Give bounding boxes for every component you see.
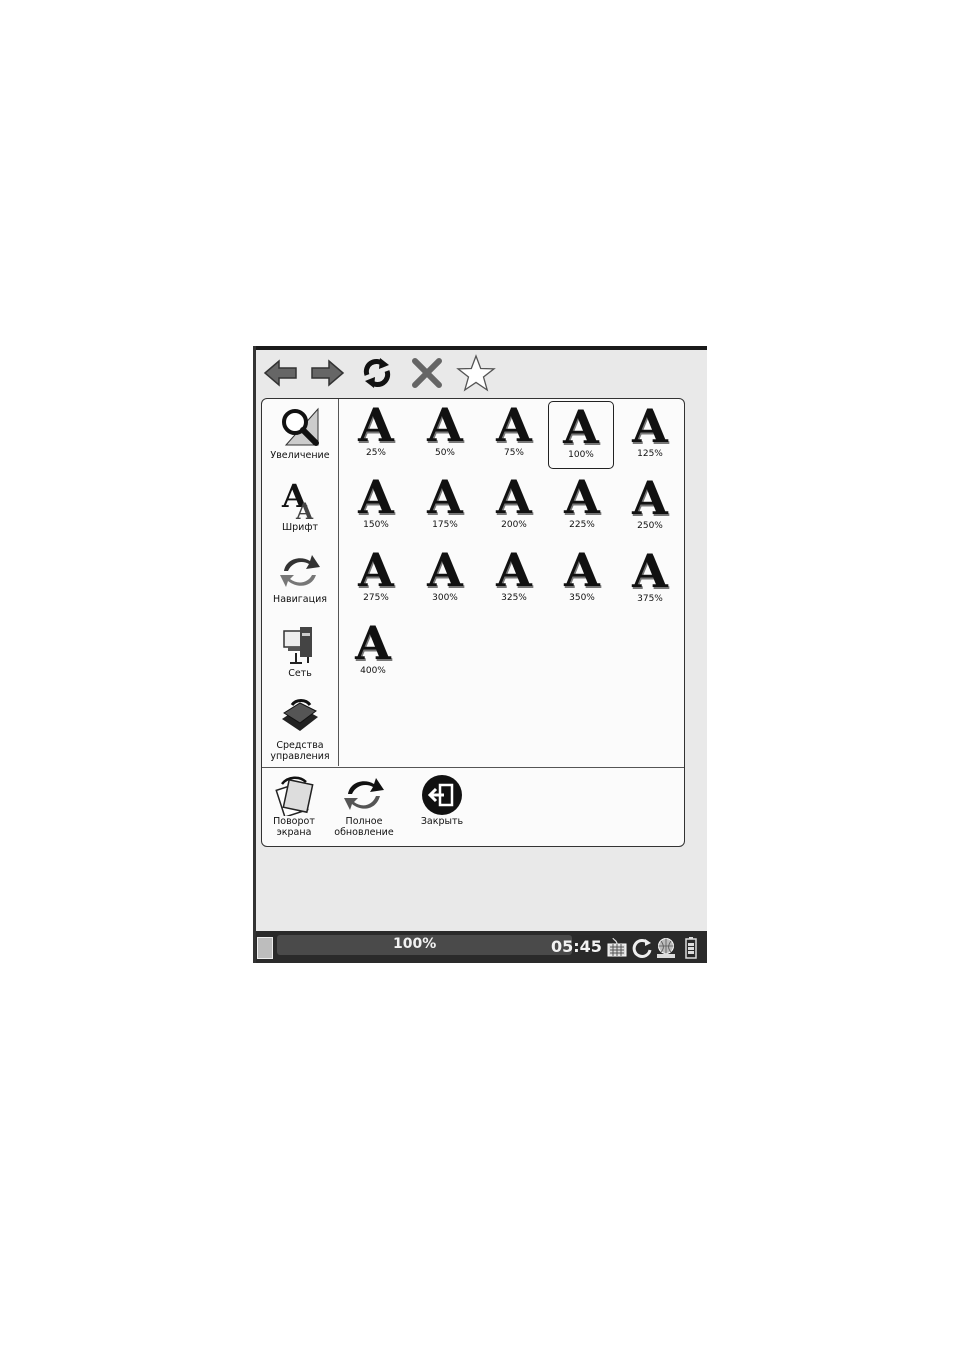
status-zoom: 100% [393,936,437,952]
sidebar-item-network[interactable]: Сеть [262,623,338,679]
rotate-screen-button[interactable]: Поворот экрана [256,774,332,838]
zoom-option-label: 225% [569,520,595,530]
font-size-icon: A [358,398,394,452]
font-size-icon: A [496,543,532,597]
wifi-globe-icon[interactable] [655,937,677,963]
font-size-icon: A [632,399,668,453]
zoom-option-label: 25% [365,448,386,458]
font-size-icon: A [358,543,394,597]
status-bar: 100% 05:45 [253,931,707,963]
zoom-option-325[interactable]: A 325% [481,545,547,613]
font-size-icon: A [427,543,463,597]
zoom-option-label: 175% [432,520,458,530]
ereader-screen: Увеличение A A Шрифт Навигация Сеть Сред… [253,346,707,963]
zoom-option-label: 275% [363,593,389,603]
battery-icon [685,937,697,963]
zoom-options-grid: A 25% A 50% A 75% A 100% A 125% A 150% A… [340,399,684,766]
font-size-icon: A [632,544,668,598]
zoom-option-label: 50% [434,448,455,458]
zoom-option-100[interactable]: A 100% [548,401,614,469]
navigation-icon [278,549,322,593]
close-icon [409,355,445,391]
zoom-option-225[interactable]: A 225% [549,472,615,540]
keyboard-icon[interactable] [607,937,627,961]
zoom-option-200[interactable]: A 200% [481,472,547,540]
zoom-option-250[interactable]: A 250% [617,473,683,541]
magnifier-icon [278,405,322,449]
sync-icon[interactable] [631,937,653,963]
forward-button[interactable] [309,350,345,396]
sidebar-item-label: Шрифт [281,522,319,533]
zoom-option-label: 400% [360,666,386,676]
settings-dialog: Увеличение A A Шрифт Навигация Сеть Сред… [261,398,685,847]
font-size-icon: A [564,470,600,524]
stop-button[interactable] [409,350,445,396]
font-size-icon: A [563,400,599,454]
star-icon [456,354,496,392]
zoom-option-175[interactable]: A 175% [412,472,478,540]
zoom-option-350[interactable]: A 350% [549,545,615,613]
font-size-icon: A [632,471,668,525]
status-clock: 05:45 [551,937,602,956]
back-icon [263,358,299,388]
zoom-option-label: 100% [568,450,594,460]
font-size-icon: A [427,470,463,524]
full-refresh-label: Полное обновление [334,816,394,838]
zoom-option-label: 350% [569,593,595,603]
font-size-icon: A [355,616,391,670]
zoom-option-label: 125% [637,449,663,459]
font-size-icon: A [358,470,394,524]
zoom-option-75[interactable]: A 75% [481,400,547,468]
sidebar-item-zoom[interactable]: Увеличение [262,405,338,461]
zoom-option-25[interactable]: A 25% [343,400,409,468]
tools-icon [278,695,322,739]
zoom-option-label: 150% [363,520,389,530]
full-refresh-button[interactable]: Полное обновление [326,774,402,838]
settings-sidebar: Увеличение A A Шрифт Навигация Сеть Сред… [262,399,339,766]
back-button[interactable] [263,350,299,396]
sidebar-item-label: Средства управления [270,740,330,762]
bookmark-button[interactable] [455,350,497,396]
sidebar-item-font[interactable]: A A Шрифт [262,477,338,533]
sidebar-item-tools[interactable]: Средства управления [262,695,338,762]
svg-text:A: A [295,499,314,521]
font-icon: A A [278,477,322,525]
zoom-option-label: 375% [637,594,663,604]
refresh-icon [359,355,395,391]
zoom-option-label: 300% [432,593,458,603]
sidebar-item-navigation[interactable]: Навигация [262,549,338,605]
rotate-screen-label: Поворот экрана [273,816,315,838]
zoom-option-label: 200% [501,520,527,530]
exit-icon [420,774,464,816]
font-size-icon: A [496,470,532,524]
font-size-icon: A [564,543,600,597]
zoom-option-label: 325% [501,593,527,603]
zoom-option-label: 250% [637,521,663,531]
font-size-icon: A [427,398,463,452]
zoom-option-300[interactable]: A 300% [412,545,478,613]
network-icon [278,623,322,667]
sidebar-item-label: Навигация [273,594,327,605]
sidebar-item-label: Сеть [288,668,312,679]
zoom-option-125[interactable]: A 125% [617,401,683,469]
zoom-option-275[interactable]: A 275% [343,545,409,613]
zoom-option-400[interactable]: A 400% [340,618,406,686]
full-refresh-icon [342,774,386,816]
close-label: Закрыть [420,816,464,827]
zoom-option-50[interactable]: A 50% [412,400,478,468]
zoom-option-label: 75% [503,448,524,458]
document-icon[interactable] [257,937,273,959]
forward-icon [309,358,345,388]
zoom-option-375[interactable]: A 375% [617,546,683,614]
bottom-actions: Поворот экрана Полное обновление Закрыть [262,767,684,847]
zoom-option-150[interactable]: A 150% [343,472,409,540]
sidebar-item-label: Увеличение [270,450,330,461]
rotate-screen-icon [272,774,316,818]
refresh-button[interactable] [359,350,395,396]
close-dialog-button[interactable]: Закрыть [404,774,480,827]
font-size-icon: A [496,398,532,452]
